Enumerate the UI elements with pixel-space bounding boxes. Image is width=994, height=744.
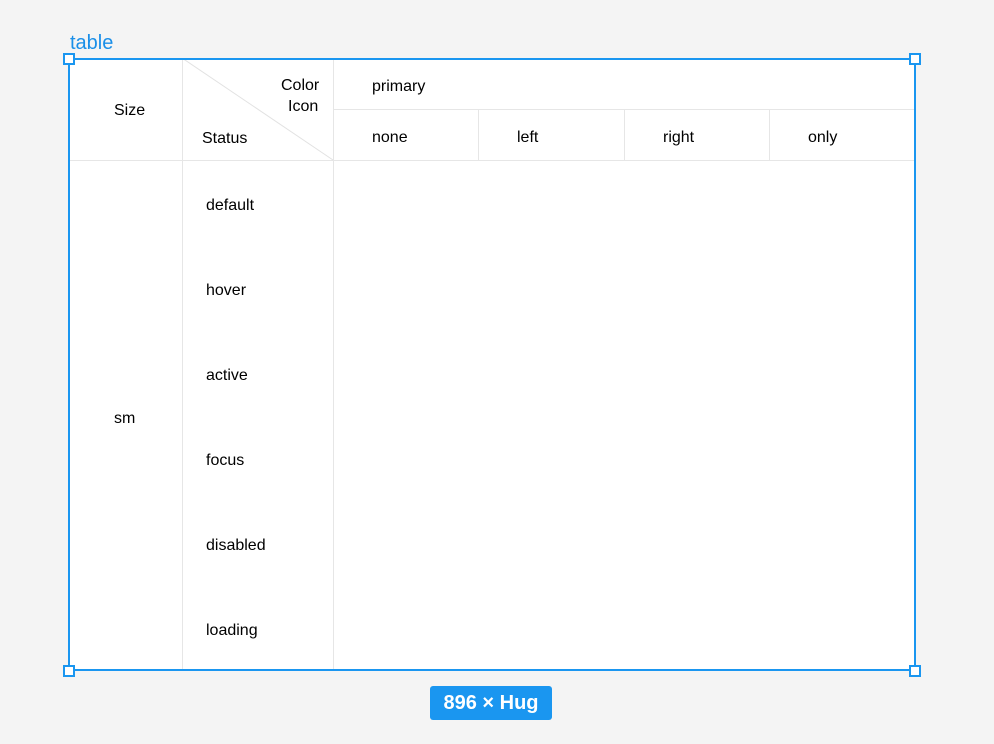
header-icon: Icon — [288, 98, 319, 115]
status-hover: hover — [206, 282, 247, 299]
table-frame[interactable]: Size Color Icon Status primary none left… — [68, 58, 916, 671]
status-default: default — [206, 197, 255, 214]
header-status: Status — [202, 130, 248, 147]
status-focus: focus — [206, 452, 245, 469]
icon-option-only: only — [808, 129, 838, 146]
status-loading: loading — [206, 622, 258, 639]
resize-handle-top-right[interactable] — [909, 53, 921, 65]
header-color: Color — [281, 77, 320, 94]
resize-handle-bottom-right[interactable] — [909, 665, 921, 677]
divider — [769, 109, 770, 160]
divider — [478, 109, 479, 160]
size-badge: 896 × Hug — [430, 686, 552, 720]
icon-option-right: right — [663, 129, 695, 146]
icon-option-none: none — [372, 129, 408, 146]
icon-option-left: left — [517, 129, 539, 146]
divider — [624, 109, 625, 160]
header-size: Size — [114, 102, 146, 119]
status-disabled: disabled — [206, 537, 266, 554]
status-active: active — [206, 367, 248, 384]
color-primary: primary — [372, 78, 426, 95]
size-value: sm — [114, 410, 136, 427]
frame-title[interactable]: table — [70, 31, 113, 55]
resize-handle-bottom-left[interactable] — [63, 665, 75, 677]
resize-handle-top-left[interactable] — [63, 53, 75, 65]
